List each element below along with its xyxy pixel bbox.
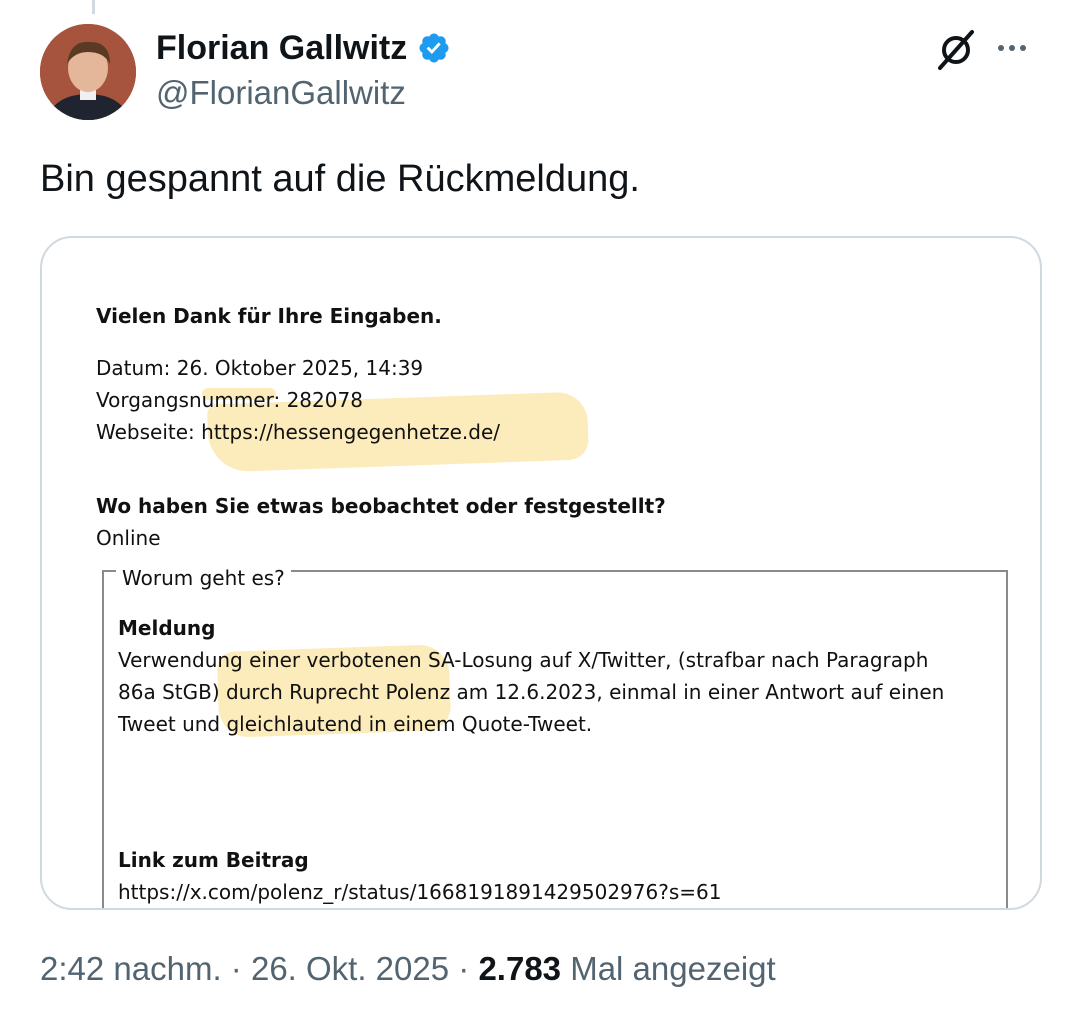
more-options-icon[interactable]: [998, 30, 1038, 66]
document-website-label: Webseite:: [96, 420, 195, 444]
author-display-name[interactable]: Florian Gallwitz: [156, 29, 407, 68]
author-handle[interactable]: @FlorianGallwitz: [156, 74, 406, 112]
avatar-photo: [40, 24, 136, 120]
link-url: https://x.com/polenz_r/status/1668191891…: [118, 880, 722, 904]
grok-icon[interactable]: [934, 28, 978, 72]
tweet-media-image[interactable]: Vielen Dank für Ihre Eingaben. Datum: 26…: [40, 236, 1042, 910]
document-website: Webseite: https://hessengegenhetze.de/: [96, 420, 500, 444]
document-fieldset-legend: Worum geht es?: [116, 566, 291, 590]
tweet-meta: 2:42 nachm. · 26. Okt. 2025 · 2.783 Mal …: [40, 950, 776, 988]
views-count[interactable]: 2.783: [478, 950, 561, 987]
report-line: Verwendung einer verbotenen SA-Losung au…: [118, 648, 929, 672]
views-label[interactable]: Mal angezeigt: [570, 950, 775, 987]
document-date: Datum: 26. Oktober 2025, 14:39: [96, 356, 424, 380]
avatar[interactable]: [40, 24, 136, 120]
report-line: Tweet und gleichlautend in einem Quote-T…: [118, 712, 593, 736]
document-answer: Online: [96, 526, 161, 550]
document-case-number: Vorgangsnummer: 282078: [96, 388, 363, 412]
document-question: Wo haben Sie etwas beobachtet oder festg…: [96, 494, 666, 518]
tweet-text: Bin gespannt auf die Rückmeldung.: [40, 158, 640, 200]
report-line: 86a StGB) durch Ruprecht Polenz am 12.6.…: [118, 680, 945, 704]
author-name-row[interactable]: Florian Gallwitz: [156, 24, 451, 72]
thread-connector-line: [92, 0, 95, 14]
meta-separator: ·: [230, 950, 242, 987]
document-screenshot: Vielen Dank für Ihre Eingaben. Datum: 26…: [42, 238, 1040, 908]
tweet-date[interactable]: 26. Okt. 2025: [251, 950, 449, 987]
meta-separator: ·: [458, 950, 470, 987]
document-heading: Vielen Dank für Ihre Eingaben.: [96, 304, 442, 328]
verified-badge-icon: [417, 31, 451, 65]
link-title: Link zum Beitrag: [118, 848, 309, 872]
report-title: Meldung: [118, 616, 216, 640]
tweet-time[interactable]: 2:42 nachm.: [40, 950, 222, 987]
document-website-url: https://hessengegenhetze.de/: [201, 420, 501, 444]
